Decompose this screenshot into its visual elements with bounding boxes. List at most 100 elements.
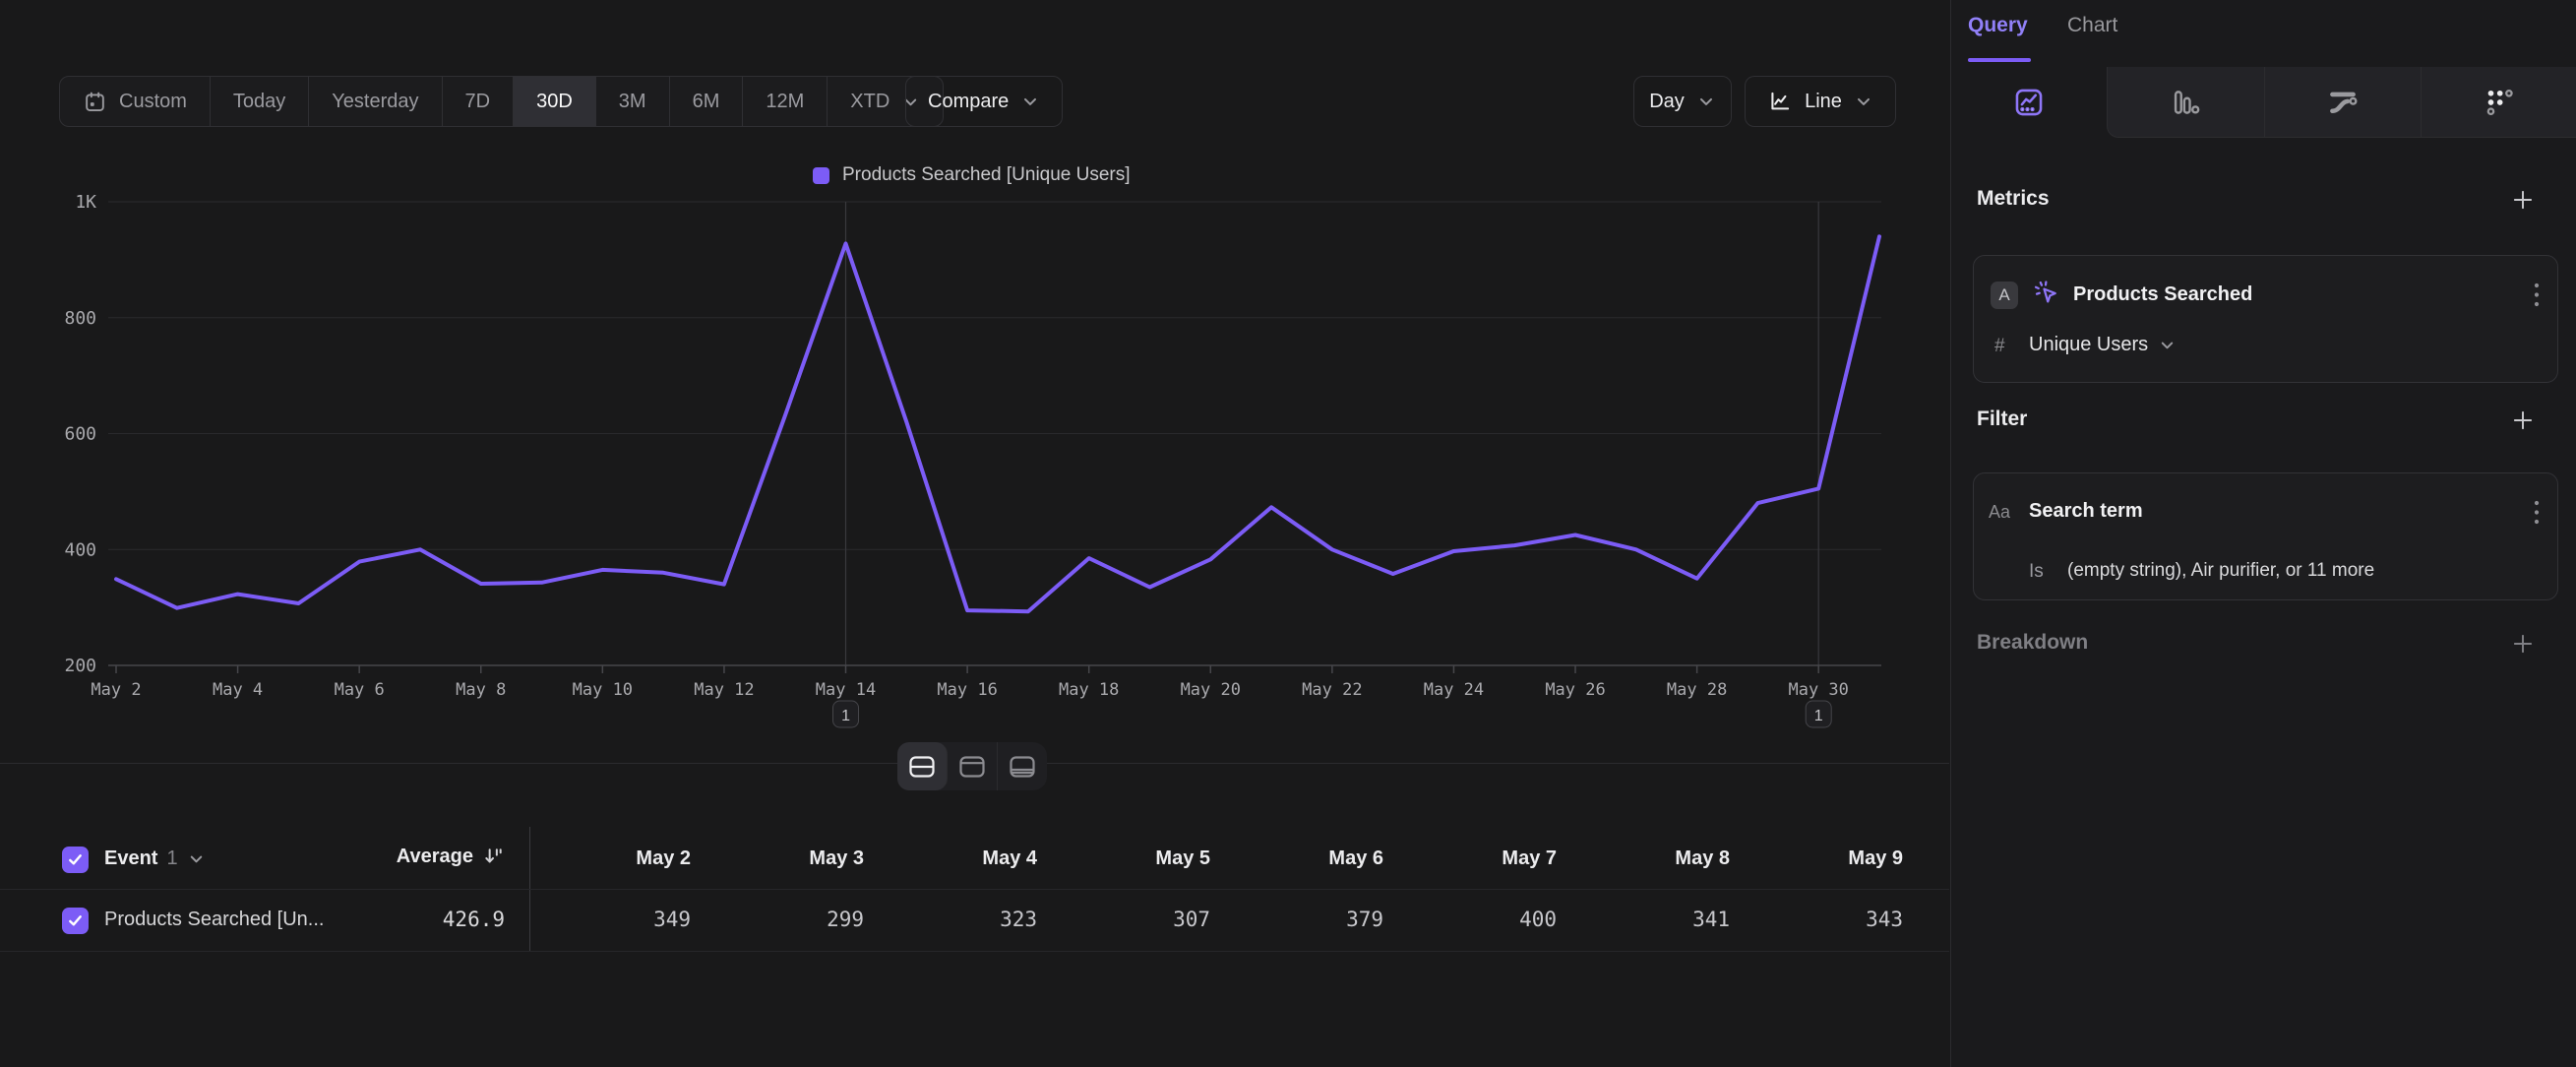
- report-type-tabs: [1951, 67, 2576, 138]
- x-axis-label: May 16: [937, 680, 997, 700]
- dots-grid-icon: [2483, 86, 2516, 119]
- metric-options-menu[interactable]: [2525, 281, 2548, 310]
- table-row-divider: [0, 889, 1949, 890]
- filter-operator[interactable]: Is: [2029, 561, 2044, 583]
- active-tab-indicator: [1968, 58, 2031, 62]
- report-type-dots-grid-tab[interactable]: [2421, 67, 2576, 138]
- filter-property-name[interactable]: Search term: [2029, 500, 2143, 523]
- day-column-header[interactable]: May 5: [1037, 847, 1210, 870]
- event-column-dropdown[interactable]: Event 1: [104, 847, 206, 870]
- report-type-flows-tab[interactable]: [2264, 67, 2421, 138]
- table-bottom-divider: [0, 951, 1949, 952]
- day-column-header[interactable]: May 6: [1210, 847, 1383, 870]
- metrics-heading: Metrics: [1977, 187, 2050, 211]
- metric-name[interactable]: Products Searched: [2073, 283, 2252, 306]
- chevron-down-icon: [2158, 336, 2177, 354]
- report-main-area: CustomTodayYesterday7D30D3M6M12MXTD Comp…: [0, 0, 1949, 1067]
- series-line: [116, 236, 1879, 611]
- chevron-down-icon: [187, 849, 206, 868]
- measure-label: Unique Users: [2029, 334, 2148, 356]
- measure-dropdown[interactable]: Unique Users: [2029, 334, 2177, 356]
- tab-query[interactable]: Query: [1968, 14, 2028, 37]
- x-axis-label: May 30: [1788, 680, 1848, 700]
- x-axis-label: May 12: [694, 680, 754, 700]
- tab-chart[interactable]: Chart: [2067, 14, 2117, 37]
- day-value-cell: 307: [1037, 908, 1210, 931]
- plus-icon: [2510, 408, 2536, 433]
- table-row-average: 426.9: [354, 908, 505, 931]
- y-axis-label: 800: [64, 308, 96, 329]
- filter-options-menu[interactable]: [2525, 498, 2548, 528]
- report-type-insights-tab[interactable]: [1951, 67, 2107, 138]
- select-all-events-checkbox[interactable]: [62, 847, 89, 873]
- event-label: Event: [104, 847, 157, 870]
- table-only-view-icon: [1010, 756, 1035, 778]
- day-column-header[interactable]: May 3: [691, 847, 864, 870]
- annotation-badge-label: 1: [1814, 708, 1823, 724]
- filter-heading: Filter: [1977, 408, 2027, 431]
- day-value-cell: 400: [1383, 908, 1557, 931]
- x-axis-label: May 24: [1424, 680, 1484, 700]
- line-chart-plot: 200 400 600 800 1K May 2 May 4 May 6 May 8 May 10…: [0, 0, 1949, 763]
- x-axis-label: May 2: [91, 680, 141, 700]
- x-axis-label: May 14: [816, 680, 876, 700]
- layout-toggle-group: [897, 742, 1047, 790]
- layout-chart-only-button[interactable]: [948, 742, 998, 790]
- filter-value[interactable]: (empty string), Air purifier, or 11 more: [2067, 560, 2374, 582]
- day-value-cell: 299: [691, 908, 864, 931]
- x-axis-label: May 18: [1059, 680, 1119, 700]
- insights-line-icon: [2012, 86, 2046, 119]
- average-sort-header[interactable]: Average: [374, 846, 505, 868]
- day-value-cell: 349: [518, 908, 691, 931]
- press-cursor-icon: [2032, 279, 2061, 308]
- x-axis-label: May 6: [335, 680, 385, 700]
- add-filter-button[interactable]: [2508, 406, 2538, 435]
- plus-icon: [2510, 187, 2536, 213]
- x-axis-label: May 28: [1667, 680, 1727, 700]
- table-row-name: Products Searched [Un...: [104, 909, 324, 931]
- row-checkbox[interactable]: [62, 908, 89, 934]
- y-axis-label: 600: [64, 424, 96, 445]
- y-axis-label: 1K: [75, 192, 96, 213]
- day-column-header[interactable]: May 7: [1383, 847, 1557, 870]
- annotation-badge-label: 1: [841, 708, 850, 724]
- chart-only-view-icon: [959, 756, 985, 778]
- split-view-icon: [909, 756, 935, 778]
- y-axis-label: 400: [64, 539, 96, 560]
- kebab-menu-icon: [2533, 281, 2541, 310]
- bar-chart-icon: [2169, 86, 2202, 119]
- plus-icon: [2510, 631, 2536, 657]
- metric-card: [1973, 255, 2558, 383]
- add-breakdown-button[interactable]: [2508, 629, 2538, 659]
- metric-letter-badge: A: [1991, 282, 2018, 309]
- kebab-menu-icon: [2533, 498, 2541, 528]
- sort-descending-icon: [482, 846, 505, 868]
- query-builder-panel: Query Chart Metrics A Products Searched …: [1950, 0, 2576, 1067]
- layout-table-only-button[interactable]: [998, 742, 1047, 790]
- add-metric-button[interactable]: [2508, 185, 2538, 215]
- layout-split-view-button[interactable]: [897, 742, 948, 790]
- x-axis-label: May 8: [456, 680, 506, 700]
- measure-type-symbol: #: [1994, 336, 2005, 357]
- average-label: Average: [397, 846, 473, 868]
- day-column-header[interactable]: May 4: [864, 847, 1037, 870]
- annotation-badge[interactable]: 1: [1806, 701, 1831, 727]
- day-value-cell: 341: [1557, 908, 1730, 931]
- x-axis-label: May 20: [1181, 680, 1241, 700]
- event-count: 1: [166, 847, 177, 870]
- day-column-header[interactable]: May 8: [1557, 847, 1730, 870]
- day-value-cell: 343: [1730, 908, 1903, 931]
- report-type-bar-tab[interactable]: [2107, 67, 2263, 138]
- y-axis-label: 200: [64, 656, 96, 676]
- day-value-cell: 323: [864, 908, 1037, 931]
- checkmark-icon: [67, 851, 84, 868]
- x-axis-label: May 10: [573, 680, 633, 700]
- string-property-icon: Aa: [1989, 502, 2010, 523]
- day-column-header[interactable]: May 9: [1730, 847, 1903, 870]
- day-column-header[interactable]: May 2: [518, 847, 691, 870]
- x-axis-label: May 22: [1302, 680, 1362, 700]
- annotation-badge[interactable]: 1: [833, 701, 859, 727]
- checkmark-icon: [67, 912, 84, 929]
- x-axis-label: May 4: [213, 680, 263, 700]
- day-value-cell: 379: [1210, 908, 1383, 931]
